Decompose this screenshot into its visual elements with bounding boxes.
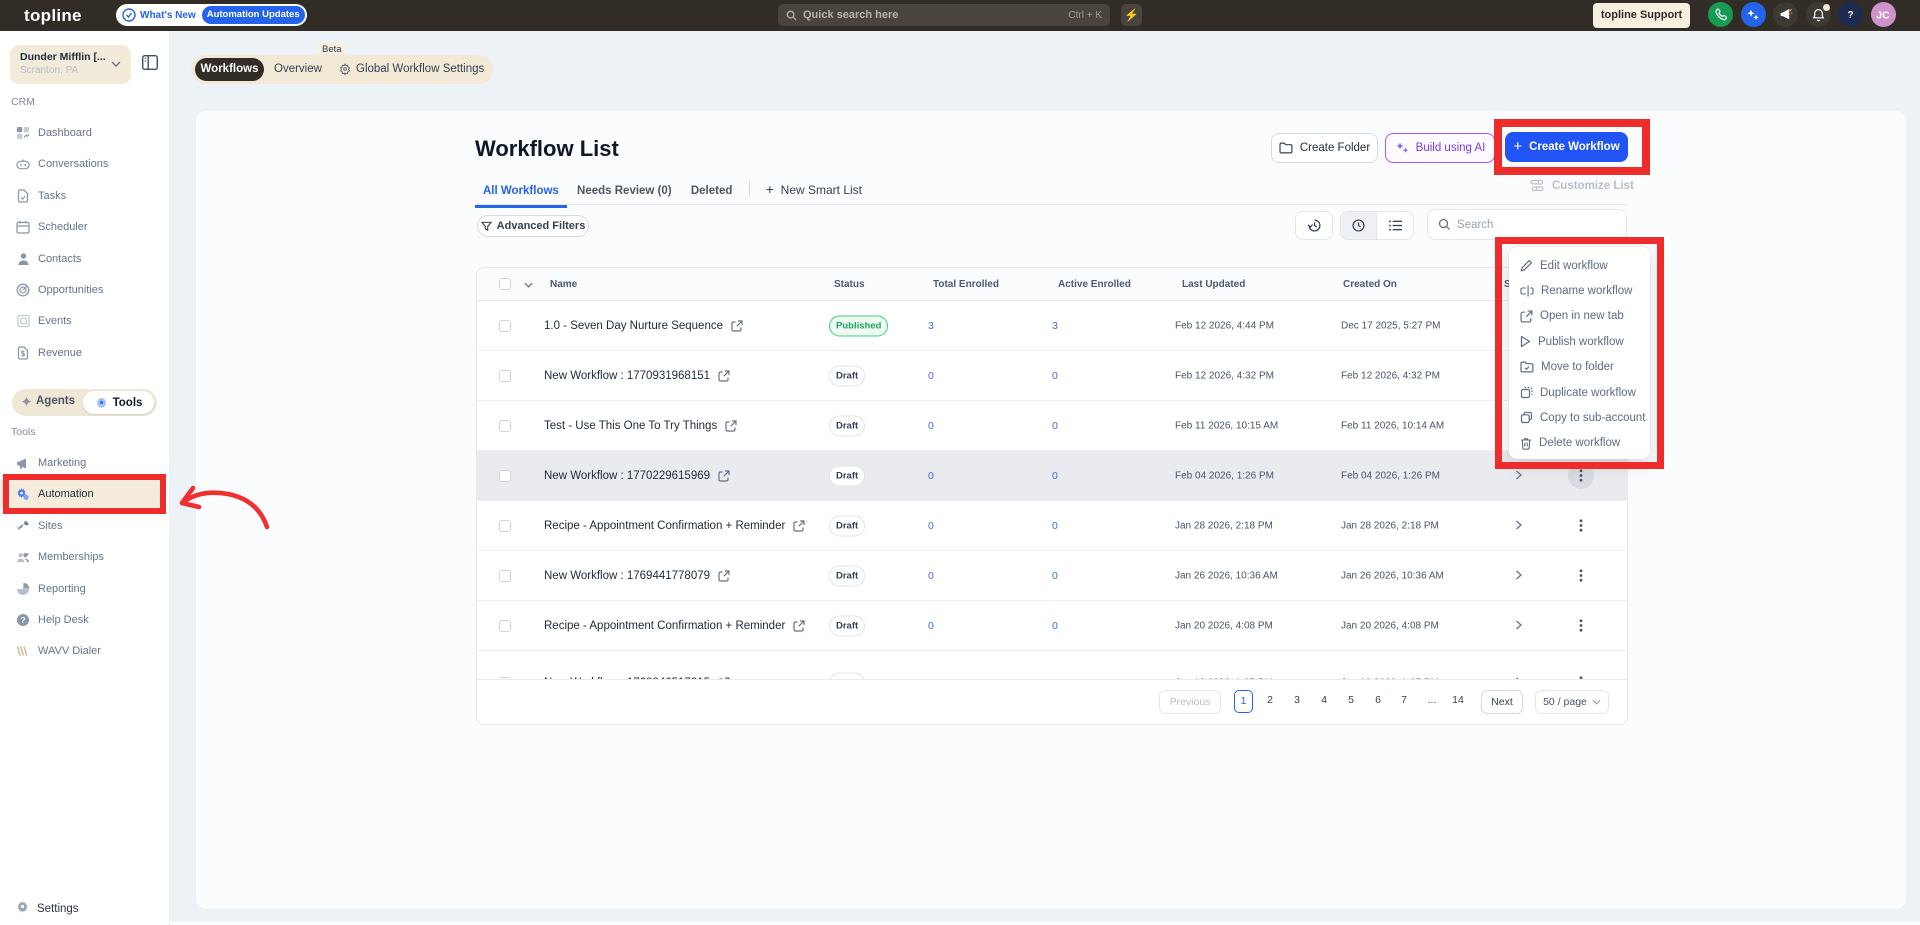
svg-text:?: ?: [20, 615, 25, 625]
svg-text:JC: JC: [1876, 10, 1890, 22]
svg-text:?: ?: [1847, 10, 1853, 21]
